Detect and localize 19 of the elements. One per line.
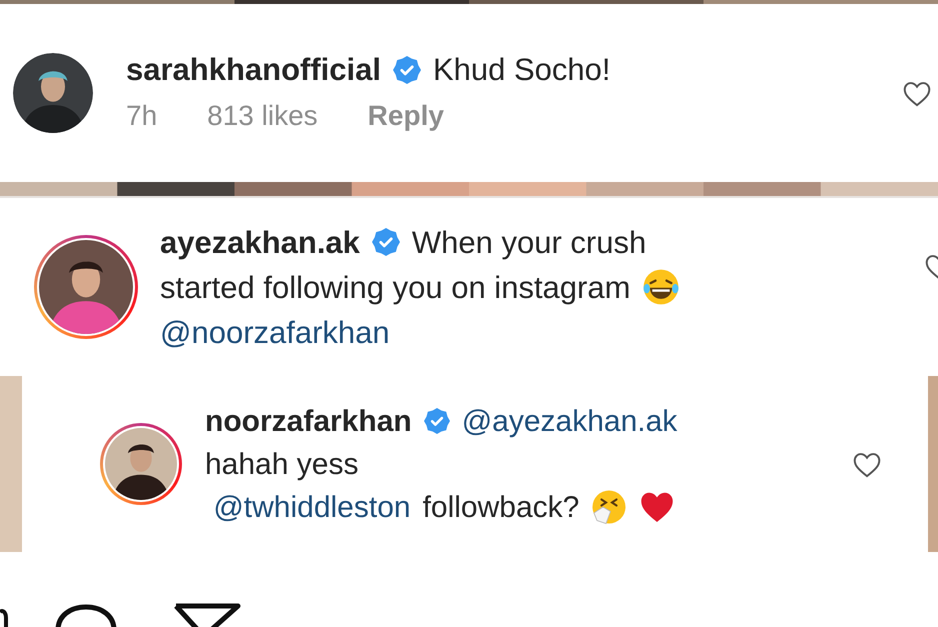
mention-link[interactable]: @noorzafarkhan	[160, 310, 390, 354]
comment-icon[interactable]	[54, 604, 118, 627]
username[interactable]: sarahkhanofficial	[126, 48, 381, 92]
comment-text: Khud Socho!	[432, 51, 611, 89]
timestamp: 7h	[126, 99, 158, 133]
mention-link[interactable]: @twhiddleston	[205, 486, 411, 528]
like-icon[interactable]	[0, 608, 10, 627]
comment-text: followback?	[422, 490, 580, 526]
sneezing-emoji-icon	[591, 489, 628, 525]
comment-text: started following you on instagram	[160, 268, 630, 306]
mention-link[interactable]: @ayezakhan.ak	[462, 400, 678, 442]
comment-text: When your crush	[412, 224, 646, 262]
heart-icon[interactable]	[852, 450, 882, 478]
username[interactable]: ayezakhan.ak	[160, 220, 360, 264]
comment-text: hahah yess	[205, 446, 358, 482]
username[interactable]: noorzafarkhan	[205, 400, 412, 442]
heart-icon[interactable]	[902, 80, 932, 106]
share-icon[interactable]	[173, 602, 241, 627]
laughing-emoji-icon	[642, 268, 680, 306]
